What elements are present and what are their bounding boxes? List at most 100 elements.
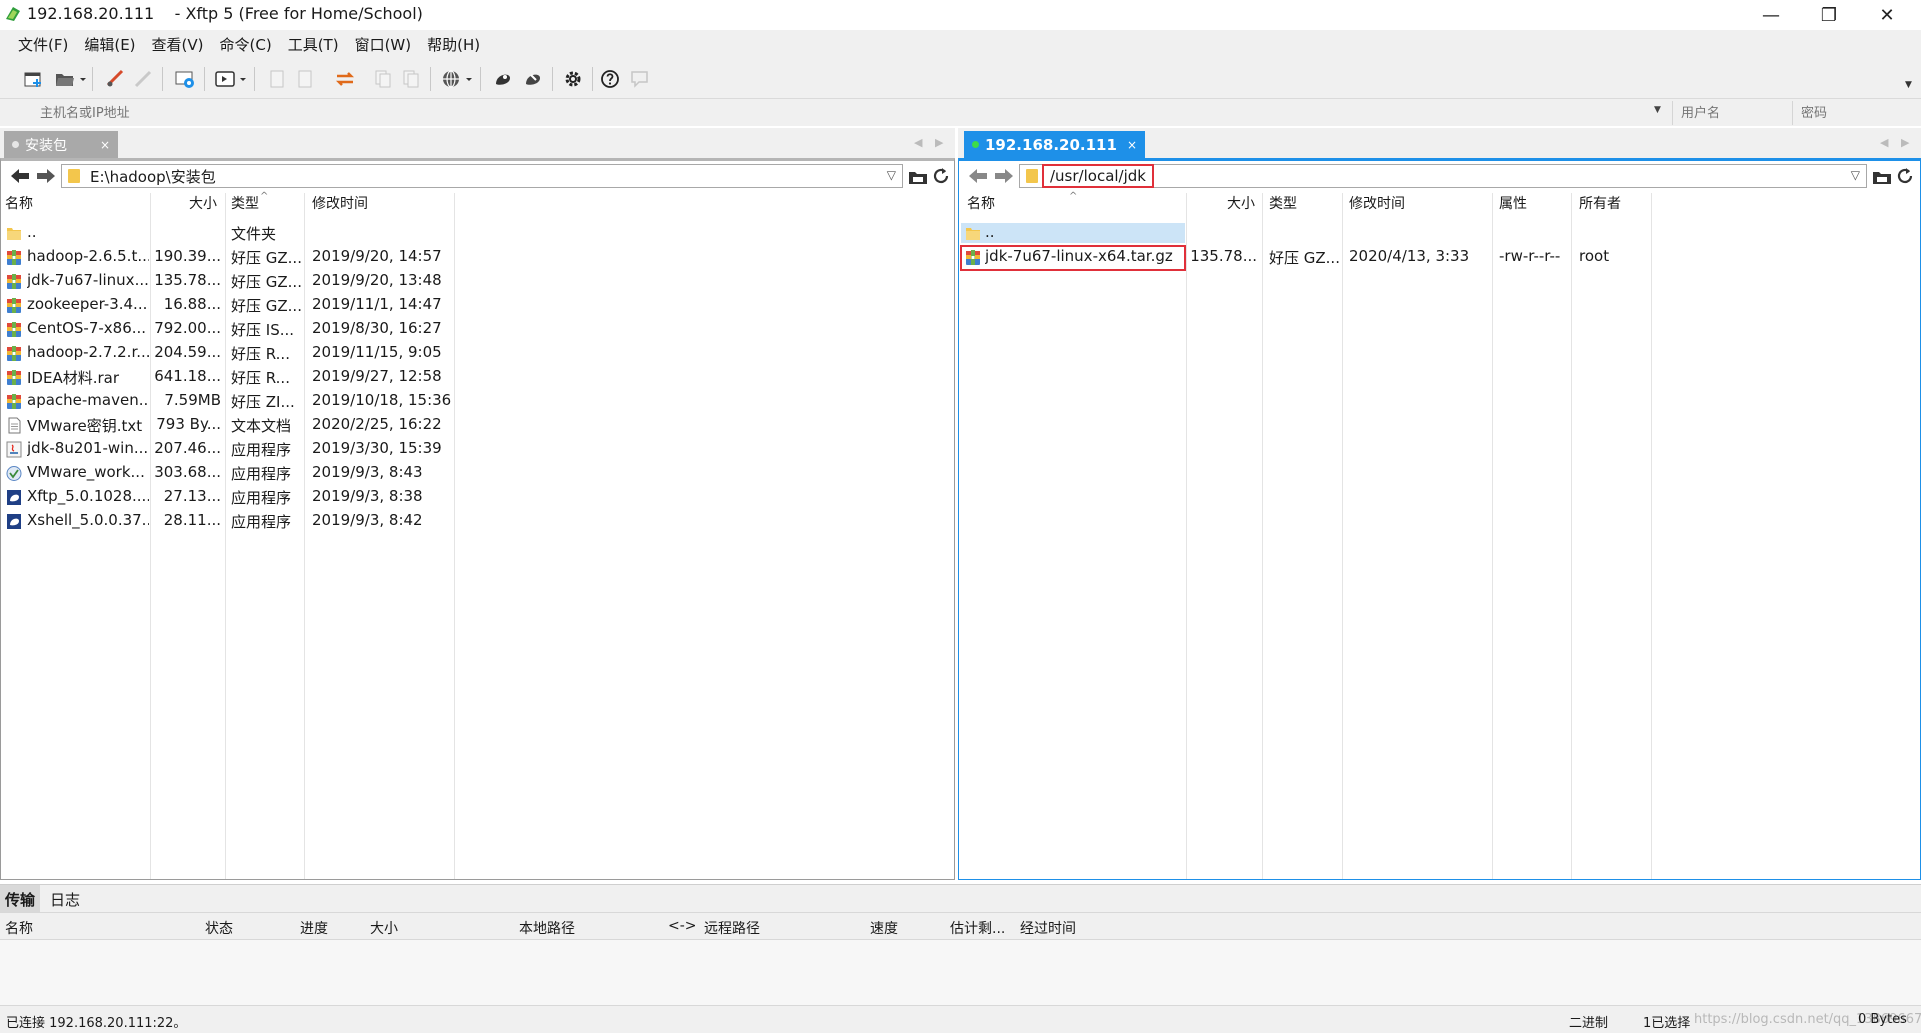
menu-edit[interactable]: 编辑(E) [76,34,143,55]
file-type: 应用程序 [231,441,292,459]
new-folder-icon[interactable] [907,166,929,186]
file-row[interactable]: zookeeper-3.4.... 16.88... 好压 GZ... 2019/11… [1,293,954,317]
upload-icon[interactable] [264,66,290,92]
menu-file[interactable]: 文件(F) [10,34,76,55]
refresh-icon[interactable] [1895,166,1915,186]
column-header-owner[interactable]: 所有者 [1579,193,1621,219]
copy-icon[interactable] [370,66,396,92]
start-terminal-icon[interactable] [212,66,238,92]
path-dropdown-icon[interactable]: ▽ [887,168,896,182]
column-header-size[interactable]: 大小 [189,193,217,219]
file-row[interactable]: Xftp_5.0.1028.... 27.13... 应用程序 2019/9/3, 8… [1,485,954,509]
tab-transfer[interactable]: 传输 [0,885,41,913]
minimize-button[interactable]: — [1742,0,1800,30]
new-session-icon[interactable] [20,66,46,92]
paste-icon[interactable] [398,66,424,92]
tab-close-icon[interactable]: × [1127,138,1137,152]
column-header-size[interactable]: 大小 [1227,193,1255,219]
forward-arrow-icon[interactable] [35,166,57,186]
column-header-modified[interactable]: 修改时间 [312,193,368,219]
tab-scroll-right-icon[interactable]: ▶ [1901,136,1909,149]
globe-dropdown-icon[interactable] [462,66,476,92]
column-header-name[interactable]: 名称 [5,193,33,219]
tab-log[interactable]: 日志 [45,885,85,913]
file-row[interactable]: jdk-7u67-linux... 135.78... 好压 GZ... 2019/9… [1,269,954,293]
refresh-icon[interactable] [931,166,951,186]
column-header-modified[interactable]: 修改时间 [1349,193,1405,219]
file-row[interactable]: hadoop-2.6.5.t... 190.39... 好压 GZ... 2019/9… [1,245,954,269]
globe-icon[interactable] [438,66,464,92]
local-path-field[interactable]: E:\hadoop\安装包 ▽ [61,164,903,188]
menu-command[interactable]: 命令(C) [212,34,280,55]
column-header-type[interactable]: 类型 [1269,193,1297,219]
session-properties-icon[interactable] [172,66,198,92]
remote-path-field[interactable]: /usr/local/jdk ▽ [1019,164,1867,188]
tab-remote-session[interactable]: 192.168.20.111 × [964,131,1145,158]
help-icon[interactable] [597,66,623,92]
xftp-icon[interactable] [520,66,546,92]
file-row[interactable]: jdk-8u201-win... 207.46... 应用程序 2019/3/30, … [1,437,954,461]
file-row[interactable]: .. 文件夹 [1,221,954,245]
tab-scroll-right-icon[interactable]: ▶ [935,136,943,149]
chat-icon[interactable] [627,66,653,92]
username-input[interactable] [1672,101,1790,125]
transfer-col-progress[interactable]: 进度 [300,918,328,938]
open-session-dropdown-icon[interactable] [76,66,90,92]
tab-scroll-left-icon[interactable]: ◀ [914,136,922,149]
close-window-button[interactable]: ✕ [1858,0,1916,30]
path-dropdown-icon[interactable]: ▽ [1851,168,1860,182]
new-folder-icon[interactable] [1871,166,1893,186]
password-input[interactable] [1792,101,1921,125]
transfer-col-eta[interactable]: 估计剩... [950,918,1005,938]
menu-tools[interactable]: 工具(T) [280,34,347,55]
java-installer-icon [6,441,22,458]
transfer-col-speed[interactable]: 速度 [870,918,898,938]
file-name: IDEA材料.rar [27,369,120,387]
file-row[interactable]: Xshell_5.0.0.37... 28.11... 应用程序 2019/9/3, … [1,509,954,533]
transfer-col-direction[interactable]: <-> [668,918,697,934]
download-icon[interactable] [292,66,318,92]
file-row[interactable]: hadoop-2.7.2.r... 204.59... 好压 R... 2019/11… [1,341,954,365]
transfer-col-size[interactable]: 大小 [370,918,398,938]
tab-local-folder[interactable]: 安装包 × [4,131,118,158]
tab-label: 安装包 [25,137,67,154]
terminal-dropdown-icon[interactable] [236,66,250,92]
file-row[interactable]: apache-maven... 7.59MB 好压 ZI... 2019/10/18,… [1,389,954,413]
menu-help[interactable]: 帮助(H) [419,34,488,55]
back-arrow-icon[interactable] [9,166,31,186]
file-row[interactable]: VMware_work... 303.68... 应用程序 2019/9/3, 8:4… [1,461,954,485]
back-arrow-icon[interactable] [967,166,989,186]
column-divider [1262,193,1263,879]
file-row[interactable]: .. [959,221,1920,245]
transfer-col-name[interactable]: 名称 [5,918,33,938]
transfer-col-elapsed[interactable]: 经过时间 [1020,918,1076,938]
remote-tab-strip: 192.168.20.111 × ◀ ▶ [958,128,1921,158]
transfer-icon[interactable] [332,66,358,92]
menu-window[interactable]: 窗口(W) [347,34,420,55]
file-row[interactable]: jdk-7u67-linux-x64.tar.gz 135.78... 好压 GZ.… [959,245,1920,271]
file-row[interactable]: VMware密钥.txt 793 By... 文本文档 2020/2/25, 16:2… [1,413,954,437]
host-input[interactable] [18,101,1668,125]
column-header-name[interactable]: 名称 [967,193,995,219]
column-header-type[interactable]: 类型 [231,193,259,219]
open-session-icon[interactable] [52,66,78,92]
tab-scroll-left-icon[interactable]: ◀ [1880,136,1888,149]
transfer-col-status[interactable]: 状态 [205,918,233,938]
transfer-col-remote-path[interactable]: 远程路径 [704,918,760,938]
toolbar-overflow-icon[interactable]: ▼ [1905,80,1912,90]
tab-close-icon[interactable]: × [100,138,110,152]
column-header-attributes[interactable]: 属性 [1499,193,1527,219]
reconnect-icon[interactable] [102,66,128,92]
transfer-mode[interactable]: 二进制 [1569,1012,1608,1031]
host-dropdown-icon[interactable]: ▼ [1654,105,1661,115]
forward-arrow-icon[interactable] [993,166,1015,186]
file-row[interactable]: IDEA材料.rar 641.18... 好压 R... 2019/9/27, 12:… [1,365,954,389]
transfer-col-local-path[interactable]: 本地路径 [519,918,575,938]
file-row[interactable]: CentOS-7-x86... 792.00... 好压 IS... 2019/8/3… [1,317,954,341]
restore-button[interactable]: ❐ [1800,0,1858,30]
gear-icon[interactable] [560,66,586,92]
toolbar-separator [92,67,93,91]
xshell-icon[interactable] [490,66,516,92]
menu-view[interactable]: 查看(V) [144,34,212,55]
disconnect-icon[interactable] [130,66,156,92]
